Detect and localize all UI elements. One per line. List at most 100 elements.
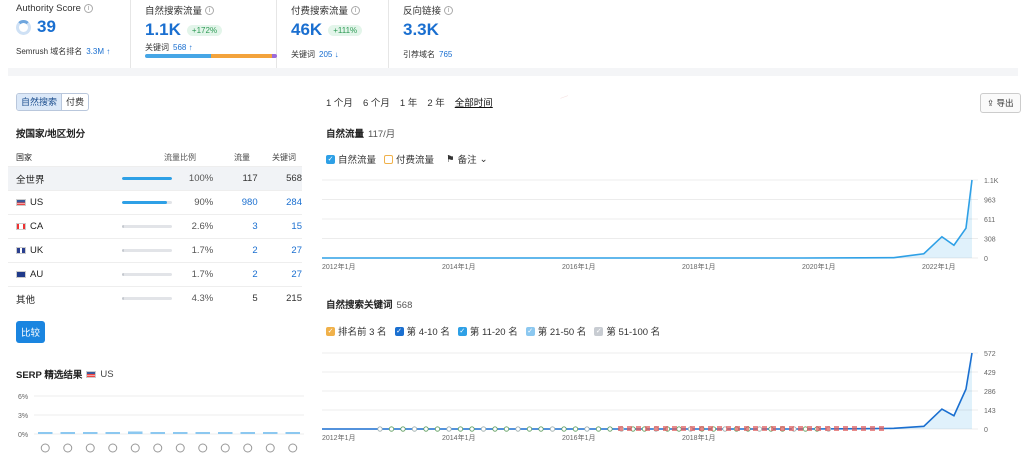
backlinks-value[interactable]: 3.3K xyxy=(403,20,439,40)
tab-organic[interactable]: 自然搜索 xyxy=(17,94,63,110)
event-marker[interactable] xyxy=(861,426,866,431)
note-marker[interactable] xyxy=(446,426,452,432)
table-row[interactable]: US 90% 980 284 xyxy=(8,190,302,214)
serp-feature-icon[interactable] xyxy=(153,443,163,453)
event-marker[interactable] xyxy=(618,426,623,431)
note-marker[interactable] xyxy=(549,426,556,432)
paid-traffic-value[interactable]: 46K xyxy=(291,20,322,40)
serp-feature-icon[interactable] xyxy=(40,443,50,453)
event-marker[interactable] xyxy=(843,426,848,431)
event-marker[interactable] xyxy=(627,426,632,431)
note-marker[interactable] xyxy=(492,426,498,432)
metric-sub-value[interactable]: 568 ↑ xyxy=(173,43,193,52)
legend-rank-item[interactable]: ✓ 第 11-20 名 xyxy=(457,324,518,338)
keywords-value[interactable]: 15 xyxy=(258,221,302,232)
serp-bar[interactable] xyxy=(83,432,98,434)
event-marker[interactable] xyxy=(663,426,668,431)
serp-bar[interactable] xyxy=(195,432,211,434)
serp-bar[interactable] xyxy=(60,432,76,434)
note-marker[interactable] xyxy=(515,426,521,432)
serp-feature-icon[interactable] xyxy=(130,443,140,453)
event-marker[interactable] xyxy=(762,426,767,431)
metric-sub-value[interactable]: 765 xyxy=(439,50,452,59)
event-marker[interactable] xyxy=(834,426,839,431)
keywords-value[interactable]: 284 xyxy=(258,197,302,208)
event-marker[interactable] xyxy=(708,426,713,431)
note-marker[interactable] xyxy=(457,426,464,432)
info-icon[interactable]: i xyxy=(205,5,215,15)
event-marker[interactable] xyxy=(789,426,794,431)
serp-bar[interactable] xyxy=(263,432,278,434)
traffic-value[interactable]: 980 xyxy=(213,197,258,208)
serp-feature-icon[interactable] xyxy=(175,443,185,453)
table-row[interactable]: UK 1.7% 2 27 xyxy=(8,238,302,262)
serp-bar[interactable] xyxy=(128,431,143,434)
event-marker[interactable] xyxy=(735,426,740,431)
range-option[interactable]: 6 个月 xyxy=(363,95,390,109)
note-marker[interactable] xyxy=(538,426,544,432)
note-marker[interactable] xyxy=(480,426,487,432)
legend-rank-item[interactable]: ✓ 排名前 3 名 xyxy=(326,324,387,338)
legend-rank-item[interactable]: ✓ 第 51-100 名 xyxy=(594,324,660,338)
table-row[interactable]: CA 2.6% 3 15 xyxy=(8,214,302,238)
event-marker[interactable] xyxy=(780,426,785,431)
serp-feature-icon[interactable] xyxy=(265,443,275,453)
metric-sub-value[interactable]: 205 ↓ xyxy=(319,50,339,59)
info-icon[interactable]: i xyxy=(83,4,93,13)
paid-traffic-card[interactable]: 付费搜索流量 i 46K +111% 关键词 205 ↓ xyxy=(276,0,388,68)
legend-rank-item[interactable]: ✓ 第 21-50 名 xyxy=(525,324,586,338)
serp-bar[interactable] xyxy=(38,432,53,434)
event-marker[interactable] xyxy=(744,426,749,431)
note-marker[interactable] xyxy=(400,426,406,432)
event-marker[interactable] xyxy=(636,426,641,431)
note-marker[interactable] xyxy=(503,426,510,432)
note-marker[interactable] xyxy=(595,426,602,432)
col-share[interactable]: 流量比例 xyxy=(164,152,204,163)
col-country[interactable]: 国家 xyxy=(16,152,124,163)
note-marker[interactable] xyxy=(676,426,682,432)
note-marker[interactable] xyxy=(377,426,383,432)
col-traffic[interactable]: 流量 xyxy=(204,152,250,163)
backlinks-card[interactable]: 反向链接 i 3.3K 引荐域名 765 xyxy=(388,0,588,68)
note-marker[interactable] xyxy=(469,426,475,432)
event-marker[interactable] xyxy=(699,426,704,431)
event-marker[interactable] xyxy=(807,426,812,431)
note-marker[interactable] xyxy=(526,426,533,432)
keywords-value[interactable]: 27 xyxy=(258,245,302,256)
event-marker[interactable] xyxy=(717,426,722,431)
traffic-value[interactable]: 3 xyxy=(213,221,257,232)
note-marker[interactable] xyxy=(434,426,441,432)
note-marker[interactable] xyxy=(607,426,613,432)
legend-organic[interactable]: ✓ 自然流量 xyxy=(326,152,376,166)
serp-feature-icon[interactable] xyxy=(108,443,118,453)
organic-traffic-value[interactable]: 1.1K xyxy=(145,20,181,40)
info-icon[interactable]: i xyxy=(351,5,361,15)
metric-sub-value[interactable]: 3.3M ↑ xyxy=(86,47,110,56)
legend-rank-item[interactable]: ✓ 第 4-10 名 xyxy=(394,324,450,338)
event-marker[interactable] xyxy=(753,426,758,431)
serp-feature-icon[interactable] xyxy=(63,443,73,453)
serp-feature-icon[interactable] xyxy=(85,443,95,453)
serp-bar[interactable] xyxy=(218,432,233,434)
note-marker[interactable] xyxy=(572,426,579,432)
authority-score-card[interactable]: Authority Score i 39 Semrush 域名排名 3.3M ↑ xyxy=(0,0,130,68)
serp-feature-icon[interactable] xyxy=(243,443,253,453)
event-marker[interactable] xyxy=(654,426,659,431)
event-marker[interactable] xyxy=(879,426,884,431)
col-keywords[interactable]: 关键词 xyxy=(250,152,296,163)
event-marker[interactable] xyxy=(726,426,731,431)
info-icon[interactable]: i xyxy=(444,5,454,15)
range-option[interactable]: 2 年 xyxy=(427,95,444,109)
note-marker[interactable] xyxy=(388,426,395,432)
tab-paid[interactable]: 付费 xyxy=(62,94,88,110)
event-marker[interactable] xyxy=(690,426,695,431)
event-marker[interactable] xyxy=(870,426,875,431)
serp-bar[interactable] xyxy=(285,432,301,434)
event-marker[interactable] xyxy=(852,426,857,431)
note-marker[interactable] xyxy=(561,426,567,432)
traffic-value[interactable]: 2 xyxy=(213,269,257,280)
table-row[interactable]: 全世界 100% 117 568 xyxy=(8,166,302,190)
traffic-value[interactable]: 2 xyxy=(213,245,257,256)
serp-bar[interactable] xyxy=(105,432,121,434)
table-row[interactable]: 其他 4.3% 5 215 xyxy=(8,286,302,310)
